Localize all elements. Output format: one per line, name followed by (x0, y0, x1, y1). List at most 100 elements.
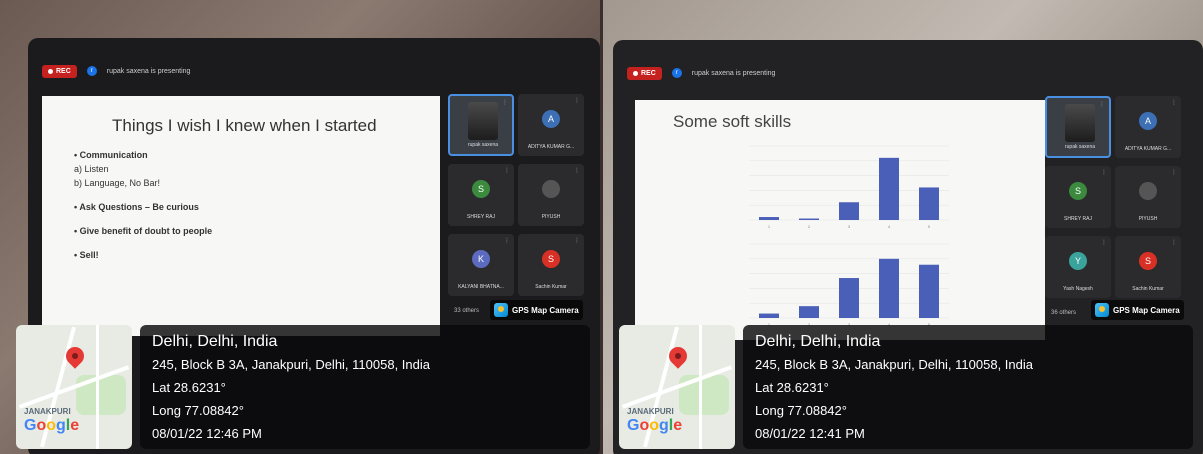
participant-tile[interactable]: S ⋮ Sachin Kumar (1115, 236, 1181, 298)
longitude: Long 77.08842° (755, 403, 847, 418)
bar (879, 258, 899, 318)
location-map: JANAKPURI Google (619, 325, 735, 449)
bar (839, 202, 859, 220)
others-count[interactable]: 36 others (1051, 310, 1076, 316)
map-place-name: JANAKPURI (627, 407, 674, 416)
participant-avatar (1139, 182, 1157, 200)
city: Delhi, Delhi, India (152, 333, 278, 350)
rec-badge: REC (42, 64, 77, 78)
latitude: Lat 28.6231° (755, 380, 829, 395)
participant-name: KALYANI BHATNA... (458, 284, 504, 290)
participant-tile[interactable]: S ⋮ Sachin Kumar (518, 234, 584, 296)
participant-tile[interactable]: S ⋮ SHREY RAJ (1045, 166, 1111, 228)
location-info: Delhi, Delhi, India 245, Block B 3A, Jan… (743, 325, 1193, 449)
gps-camera-badge: GPS Map Camera (490, 300, 583, 320)
gps-camera-icon (494, 303, 508, 317)
location-info: Delhi, Delhi, India 245, Block B 3A, Jan… (140, 325, 590, 449)
rec-dot-icon (633, 70, 638, 76)
location-map: JANAKPURI Google (16, 325, 132, 449)
slide-line: a) Listen (74, 164, 109, 174)
participant-tile[interactable]: ⋮ PIYUSH (1115, 166, 1181, 228)
address: 245, Block B 3A, Janakpuri, Delhi, 11005… (152, 357, 430, 372)
others-count[interactable]: 33 others (454, 308, 479, 314)
rec-badge: REC (627, 66, 662, 80)
participant-name: Sachin Kumar (535, 284, 567, 290)
presenting-text: rupak saxena is presenting (106, 67, 191, 75)
participant-tile[interactable]: ⋮ rupak saxena (1045, 96, 1111, 158)
gps-label: GPS Map Camera (1113, 305, 1180, 315)
tick-label: 5 (928, 224, 931, 229)
participant-tile[interactable]: K ⋮ KALYANI BHATNA... (448, 234, 514, 296)
slide-line: • Ask Questions – Be curious (74, 202, 199, 212)
participant-avatar: A (542, 110, 560, 128)
mic-muted-icon: ⋮ (1099, 102, 1105, 108)
slide-title: Some soft skills (673, 112, 792, 131)
participant-avatar (542, 180, 560, 198)
mic-muted-icon: ⋮ (1171, 100, 1177, 106)
mic-muted-icon: ⋮ (1171, 170, 1177, 176)
mic-muted-icon: ⋮ (574, 98, 580, 104)
participant-tile[interactable]: S ⋮ SHREY RAJ (448, 164, 514, 226)
presenter-avatar: r (671, 68, 682, 78)
mic-muted-icon: ⋮ (1101, 240, 1107, 246)
meet-topbar: REC r rupak saxena is presenting (42, 60, 190, 82)
mic-muted-icon: ⋮ (1101, 170, 1107, 176)
slide-body: • Communication a) Listen b) Language, N… (74, 148, 212, 262)
tick-label: 3 (848, 224, 851, 229)
participant-name: Sachin Kumar (1132, 286, 1164, 292)
participant-name: SHREY RAJ (1064, 216, 1092, 222)
address: 245, Block B 3A, Janakpuri, Delhi, 11005… (755, 357, 1033, 372)
presenter-avatar: r (86, 66, 97, 76)
slide-line: • Communication (74, 150, 148, 160)
participant-tile[interactable]: ⋮ PIYUSH (518, 164, 584, 226)
city: Delhi, Delhi, India (755, 333, 881, 350)
participant-name: PIYUSH (541, 214, 561, 220)
participant-name: rupak saxena (467, 142, 499, 148)
datetime: 08/01/22 12:41 PM (755, 426, 865, 441)
presenting-text: rupak saxena is presenting (691, 69, 776, 77)
participant-name: rupak saxena (1064, 144, 1096, 150)
tick-label: 2 (808, 224, 811, 229)
participant-avatar: S (1139, 252, 1157, 270)
mic-muted-icon: ⋮ (504, 168, 510, 174)
participant-tile[interactable]: Y ⋮ Yash Nagesh (1045, 236, 1111, 298)
slide-line: • Give benefit of doubt to people (74, 226, 213, 236)
participant-avatar: S (1069, 182, 1087, 200)
bar (799, 218, 819, 220)
participant-name: PIYUSH (1138, 216, 1158, 222)
slide-line: • Sell! (74, 250, 99, 260)
rec-label: REC (641, 69, 656, 77)
bar (759, 313, 779, 318)
longitude: Long 77.08842° (152, 403, 244, 418)
rec-label: REC (56, 67, 71, 75)
bar (879, 157, 899, 220)
bar (839, 278, 859, 318)
bar (919, 187, 939, 220)
mic-muted-icon: ⋮ (1171, 240, 1177, 246)
participant-video (468, 102, 498, 140)
bar (759, 217, 779, 220)
slide-line: b) Language, No Bar! (74, 178, 161, 188)
participant-video (1065, 104, 1095, 142)
participant-name: Yash Nagesh (1063, 286, 1093, 292)
participant-avatar: A (1139, 112, 1157, 130)
google-logo: Google (24, 417, 80, 434)
participant-name: ADITYA KUMAR G... (527, 144, 575, 150)
mic-muted-icon: ⋮ (502, 100, 508, 106)
mic-muted-icon: ⋮ (574, 238, 580, 244)
gps-label: GPS Map Camera (512, 305, 579, 315)
tick-label: 4 (888, 224, 891, 229)
participant-tile[interactable]: A ⋮ ADITYA KUMAR G... (1115, 96, 1181, 158)
presented-slide: Things I wish I knew when I started • Co… (42, 96, 440, 336)
slide-title: Things I wish I knew when I started (112, 116, 377, 135)
participant-tile[interactable]: ⋮ rupak saxena (448, 94, 514, 156)
bar (919, 264, 939, 318)
tick-label: 1 (768, 224, 771, 229)
datetime: 08/01/22 12:46 PM (152, 426, 262, 441)
participant-avatar: S (542, 250, 560, 268)
rec-dot-icon (48, 68, 53, 74)
participant-tile[interactable]: A ⋮ ADITYA KUMAR G... (518, 94, 584, 156)
participant-avatar: S (472, 180, 490, 198)
mic-muted-icon: ⋮ (504, 238, 510, 244)
gps-camera-badge: GPS Map Camera (1091, 300, 1184, 320)
